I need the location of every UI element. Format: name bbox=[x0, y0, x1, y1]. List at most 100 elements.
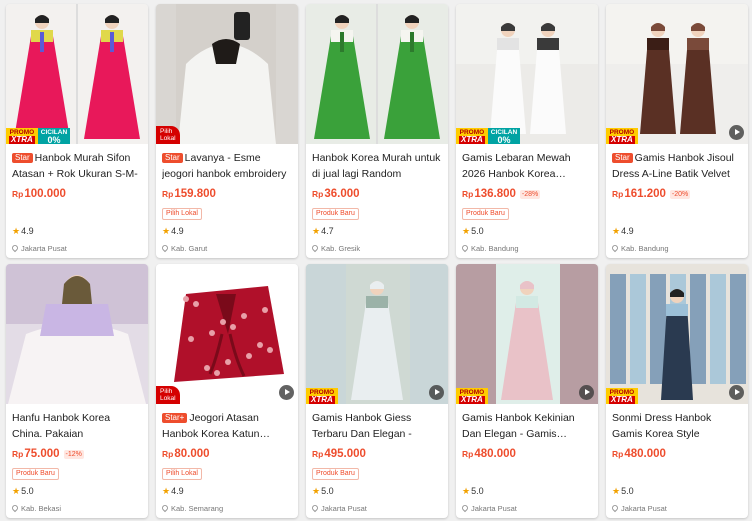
location-pin-icon bbox=[310, 243, 320, 253]
product-rating: ★5.0 bbox=[462, 226, 484, 236]
play-video-icon[interactable] bbox=[579, 385, 594, 400]
product-location: Kab. Garut bbox=[160, 243, 207, 253]
product-location: Jakarta Pusat bbox=[310, 503, 367, 513]
product-location: Kab. Semarang bbox=[160, 503, 223, 513]
discount-badge: -28% bbox=[519, 189, 541, 199]
product-card[interactable]: PROMO XTRA CICILAN 0% Gamis Lebaran Mewah 20… bbox=[456, 4, 598, 258]
product-price: Rp480.000 bbox=[612, 448, 666, 460]
product-image[interactable]: PROMO XTRA bbox=[606, 4, 748, 144]
product-title[interactable]: Star Gamis Hanbok Jisoul Dress A-Line Bat… bbox=[612, 150, 742, 182]
star-icon: ★ bbox=[612, 226, 621, 236]
play-video-icon[interactable] bbox=[729, 385, 744, 400]
product-image[interactable] bbox=[306, 4, 448, 144]
product-card[interactable]: Pilih Lokal Star Lavanya - Esme jeogori han… bbox=[156, 4, 298, 258]
product-title[interactable]: Star Hanbok Murah Sifon Atasan + Rok Ukur… bbox=[12, 150, 142, 182]
product-location: Jakarta Pusat bbox=[10, 243, 67, 253]
product-card[interactable]: PROMO XTRA Sonmi Dress Hanbok Gamis Korea … bbox=[606, 264, 748, 518]
product-title[interactable]: Hanbok Korea Murah untuk di jual lagi Ra… bbox=[312, 150, 442, 182]
product-rating: ★5.0 bbox=[312, 486, 334, 496]
promo-xtra-badge: PROMO XTRA bbox=[306, 388, 338, 404]
product-card[interactable]: Hanfu Hanbok Korea China. Pakaian tradis… bbox=[6, 264, 148, 518]
star-seller-tag: Star+ bbox=[162, 413, 188, 423]
product-card[interactable]: PROMO XTRA CICILAN 0% Star Hanbok Murah Sifon… bbox=[6, 4, 148, 258]
product-rating: ★4.9 bbox=[612, 226, 634, 236]
product-rating: ★5.0 bbox=[612, 486, 634, 496]
product-card[interactable]: PROMO XTRA Gamis Hanbok Kekinian Dan Elega… bbox=[456, 264, 598, 518]
cicilan-badge: CICILAN 0% bbox=[487, 128, 521, 144]
promo-xtra-badge: PROMO XTRA CICILAN 0% bbox=[456, 128, 521, 144]
cicilan-badge: CICILAN 0% bbox=[37, 128, 71, 144]
play-video-icon[interactable] bbox=[729, 125, 744, 140]
product-image[interactable]: PROMO XTRA CICILAN 0% bbox=[6, 4, 148, 144]
product-rating: ★4.9 bbox=[12, 226, 34, 236]
star-icon: ★ bbox=[162, 486, 171, 496]
price-row: Rp75.000 -12% bbox=[12, 446, 142, 462]
product-location: Kab. Bekasi bbox=[10, 503, 61, 513]
product-price: Rp100.000 bbox=[12, 188, 66, 200]
star-seller-tag: Star bbox=[612, 153, 633, 163]
pilih-lokal-badge: Pilih Lokal bbox=[156, 386, 180, 404]
location-pin-icon bbox=[610, 243, 620, 253]
product-price: Rp161.200 bbox=[612, 188, 666, 200]
product-price: Rp159.800 bbox=[162, 188, 216, 200]
price-row: Rp100.000 bbox=[12, 186, 142, 202]
product-rating: ★4.9 bbox=[162, 226, 184, 236]
product-title[interactable]: Sonmi Dress Hanbok Gamis Korea Style Can… bbox=[612, 410, 742, 442]
product-title[interactable]: Gamis Lebaran Mewah 2026 Hanbok Korea… bbox=[462, 150, 592, 182]
star-icon: ★ bbox=[462, 486, 471, 496]
star-icon: ★ bbox=[12, 226, 21, 236]
price-row: Rp36.000 bbox=[312, 186, 442, 202]
product-image[interactable]: Pilih Lokal bbox=[156, 264, 298, 404]
product-image[interactable]: PROMO XTRA bbox=[606, 264, 748, 404]
product-image[interactable]: PROMO XTRA bbox=[306, 264, 448, 404]
price-row: Rp161.200 -20% bbox=[612, 186, 742, 202]
star-icon: ★ bbox=[312, 486, 321, 496]
promo-xtra-badge: PROMO XTRA CICILAN 0% bbox=[6, 128, 71, 144]
promo-xtra-badge: PROMO XTRA bbox=[456, 388, 488, 404]
promo-xtra-badge: PROMO XTRA bbox=[606, 128, 638, 144]
product-card[interactable]: PROMO XTRA Gamis Hanbok Giess Terbaru Dan … bbox=[306, 264, 448, 518]
product-image[interactable]: Pilih Lokal bbox=[156, 4, 298, 144]
product-location: Jakarta Pusat bbox=[460, 503, 517, 513]
location-pin-icon bbox=[10, 503, 20, 513]
product-rating: ★5.0 bbox=[462, 486, 484, 496]
product-image[interactable] bbox=[6, 264, 148, 404]
location-pin-icon bbox=[10, 243, 20, 253]
star-icon: ★ bbox=[312, 226, 321, 236]
product-price: Rp495.000 bbox=[312, 448, 366, 460]
product-label-tag: Produk Baru bbox=[462, 208, 509, 220]
product-card[interactable]: PROMO XTRA Star Gamis Hanbok Jisoul Dress A… bbox=[606, 4, 748, 258]
product-label-tag: Pilih Lokal bbox=[162, 468, 202, 480]
product-grid: PROMO XTRA CICILAN 0% Star Hanbok Murah Sifon… bbox=[0, 0, 752, 521]
product-image[interactable]: PROMO XTRA bbox=[456, 264, 598, 404]
star-icon: ★ bbox=[162, 226, 171, 236]
product-title[interactable]: Star+ Jeogori Atasan Hanbok Korea Katun… bbox=[162, 410, 292, 442]
location-pin-icon bbox=[160, 503, 170, 513]
play-video-icon[interactable] bbox=[429, 385, 444, 400]
product-title[interactable]: Gamis Hanbok Giess Terbaru Dan Elegan - … bbox=[312, 410, 442, 442]
location-pin-icon bbox=[610, 503, 620, 513]
location-pin-icon bbox=[460, 243, 470, 253]
discount-badge: -12% bbox=[63, 449, 84, 459]
product-label-tag: Pilih Lokal bbox=[162, 208, 202, 220]
price-row: Rp136.800 -28% bbox=[462, 186, 592, 202]
play-video-icon[interactable] bbox=[279, 385, 294, 400]
star-icon: ★ bbox=[612, 486, 621, 496]
product-card[interactable]: Hanbok Korea Murah untuk di jual lagi Ra… bbox=[306, 4, 448, 258]
product-title[interactable]: Hanfu Hanbok Korea China. Pakaian tradis… bbox=[12, 410, 142, 442]
product-price: Rp80.000 bbox=[162, 448, 210, 460]
price-row: Rp495.000 bbox=[312, 446, 442, 462]
product-label-tag: Produk Baru bbox=[312, 468, 359, 480]
product-title[interactable]: Star Lavanya - Esme jeogori hanbok embroi… bbox=[162, 150, 292, 182]
product-card[interactable]: Pilih Lokal Star+ Jeogori Atasan Hanbok Kor… bbox=[156, 264, 298, 518]
price-row: Rp480.000 bbox=[612, 446, 742, 462]
product-image[interactable]: PROMO XTRA CICILAN 0% bbox=[456, 4, 598, 144]
product-location: Jakarta Pusat bbox=[610, 503, 667, 513]
star-seller-tag: Star bbox=[162, 153, 183, 163]
product-location: Kab. Bandung bbox=[460, 243, 519, 253]
product-price: Rp75.000 bbox=[12, 448, 60, 460]
product-price: Rp36.000 bbox=[312, 188, 360, 200]
promo-xtra-badge: PROMO XTRA bbox=[606, 388, 638, 404]
discount-badge: -20% bbox=[669, 189, 691, 199]
product-title[interactable]: Gamis Hanbok Kekinian Dan Elegan - Gamis… bbox=[462, 410, 592, 442]
